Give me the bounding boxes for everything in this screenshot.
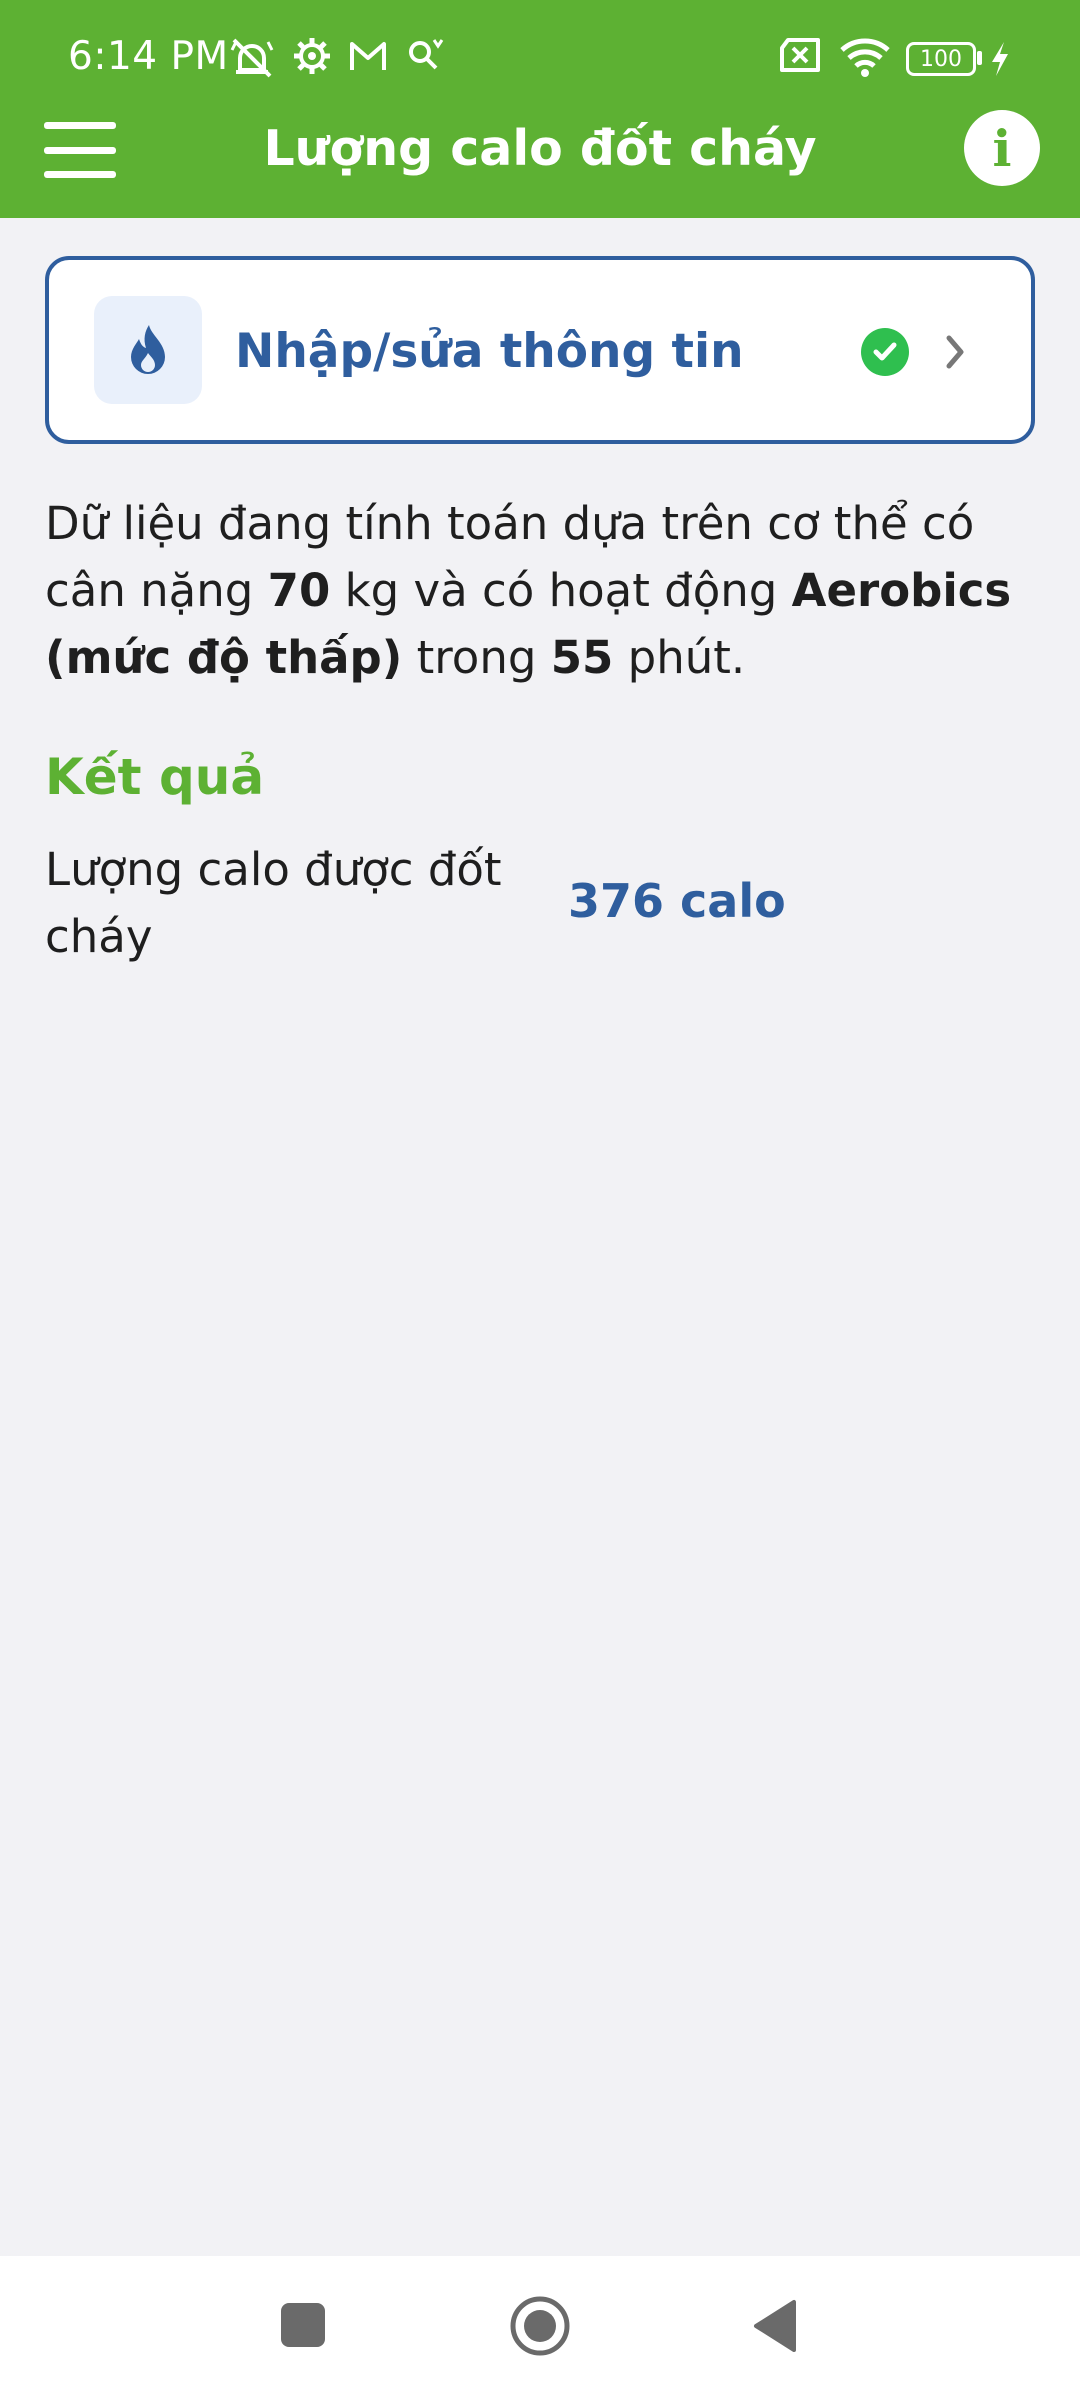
app-bar: 6:14 PM 100 Lượng calo đốt cháy i [0, 0, 1080, 218]
edit-info-label: Nhập/sửa thông tin [235, 324, 744, 379]
battery-icon: 100 [906, 42, 976, 76]
status-time: 6:14 PM [68, 34, 229, 79]
duration-value: 55 [550, 631, 614, 684]
calories-burned-value: 376 calo [568, 874, 786, 928]
toolbar: Lượng calo đốt cháy i [0, 110, 1080, 218]
calculation-description: Dữ liệu đang tính toán dựa trên cơ thể c… [45, 490, 1045, 691]
battery-level: 100 [920, 46, 962, 72]
home-button[interactable] [508, 2294, 572, 2358]
sim-x-icon [780, 38, 820, 72]
system-nav-bar [0, 2256, 1080, 2400]
result-section-title: Kết quả [45, 748, 265, 806]
back-button[interactable] [752, 2298, 798, 2354]
weight-value: 70 [267, 564, 331, 617]
settings-gear-icon [294, 38, 330, 74]
check-circle-icon [861, 328, 909, 376]
calories-burned-label: Lượng calo được đốt cháy [45, 843, 502, 963]
desc-text-4: phút. [613, 631, 746, 684]
edit-info-card[interactable]: Nhập/sửa thông tin [45, 256, 1035, 444]
desc-text-3: trong [402, 631, 551, 684]
checkmark-icon [873, 342, 897, 361]
recent-apps-button[interactable] [278, 2300, 328, 2350]
desc-text-2: kg và có hoạt động [330, 564, 792, 617]
gmail-icon [350, 42, 386, 70]
search-tools-icon [409, 39, 444, 70]
page-title: Lượng calo đốt cháy [263, 120, 817, 177]
battery-tip [977, 51, 982, 65]
status-bar: 6:14 PM 100 [0, 0, 1080, 118]
chevron-right-icon [946, 335, 964, 369]
flame-icon-box [94, 296, 202, 404]
charging-icon [992, 42, 1008, 76]
flame-icon [131, 325, 165, 374]
muted-alarm-icon [230, 38, 274, 78]
info-icon: i [992, 118, 1012, 178]
info-button[interactable]: i [964, 110, 1040, 186]
wifi-icon [840, 38, 890, 77]
